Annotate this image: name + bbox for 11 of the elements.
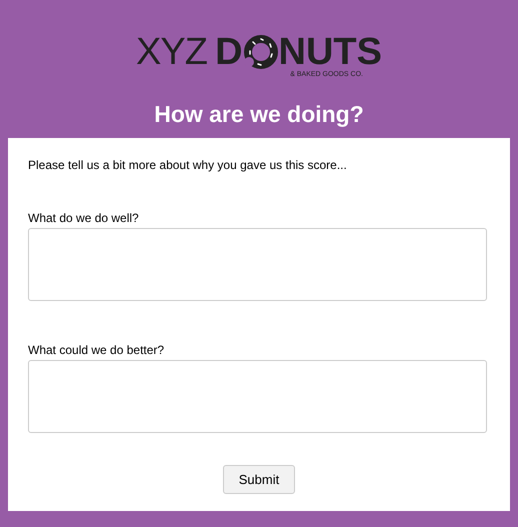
question-label: What do we do well? (28, 210, 140, 226)
question-label: What could we do better? (28, 342, 166, 358)
page-title: How are we doing? (153, 100, 365, 128)
answer-box[interactable] (28, 228, 487, 301)
submit-button[interactable]: Submit (222, 465, 296, 494)
logo-text: D (215, 33, 243, 71)
donut-icon (242, 34, 279, 70)
answer-box[interactable] (28, 360, 487, 433)
intro-text: Please tell us a bit more about why you gave us this score... (28, 157, 348, 173)
logo-text: NUTS (278, 33, 382, 71)
logo-text: XYZ (136, 33, 208, 71)
